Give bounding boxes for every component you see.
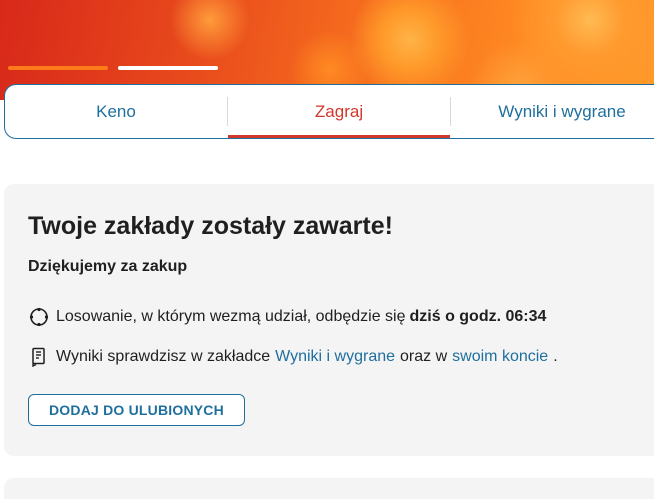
slider-dot-1[interactable] (8, 66, 108, 70)
game-tabs: Keno Zagraj Wyniki i wygrane (4, 84, 654, 139)
slider-dot-2[interactable] (118, 66, 218, 70)
lottery-wheel-icon (28, 306, 50, 328)
confirmation-card: Twoje zakłady zostały zawarte! Dziękujem… (4, 184, 654, 456)
slider-indicators (8, 66, 218, 70)
add-to-favorites-button[interactable]: DODAJ DO ULUBIONYCH (28, 394, 245, 426)
ticket-icon (28, 346, 50, 368)
results-info-row: Wyniki sprawdzisz w zakładce Wyniki i wy… (28, 346, 654, 368)
confirmation-subtitle: Dziękujemy za zakup (28, 258, 188, 275)
next-card (4, 478, 654, 499)
results-link[interactable]: Wyniki i wygrane (275, 348, 395, 366)
tab-wyniki[interactable]: Wyniki i wygrane (451, 85, 654, 138)
account-link[interactable]: swoim koncie (452, 348, 548, 366)
results-prefix: Wyniki sprawdzisz w zakładce (56, 348, 271, 365)
draw-info-row: Losowanie, w którym wezmą udział, odbędz… (28, 306, 654, 328)
confirmation-title: Twoje zakłady zostały zawarte! (28, 212, 393, 240)
results-suffix: . (553, 348, 558, 365)
tab-keno[interactable]: Keno (5, 85, 227, 138)
page: Keno Zagraj Wyniki i wygrane Twoje zakła… (0, 0, 654, 499)
results-middle: oraz w (400, 348, 448, 365)
draw-time: dziś o godz. 06:34 (409, 308, 547, 325)
draw-text: Losowanie, w którym wezmą udział, odbędz… (56, 308, 406, 325)
tab-zagraj[interactable]: Zagraj (228, 85, 450, 138)
